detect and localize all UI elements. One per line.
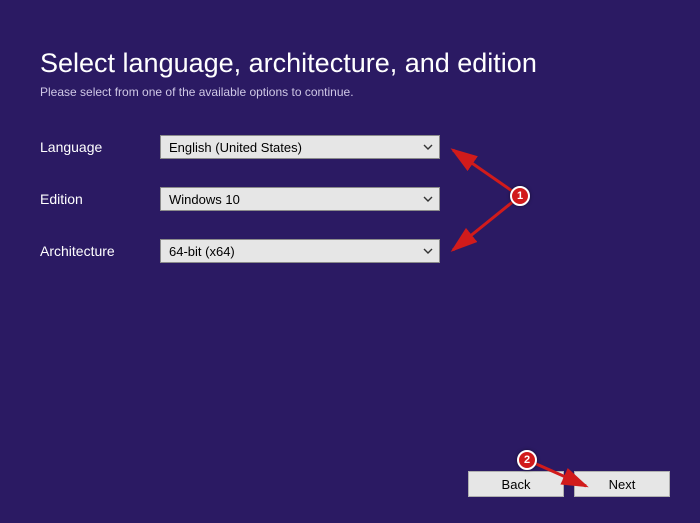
row-language: Language English (United States) (40, 135, 660, 159)
row-edition: Edition Windows 10 (40, 187, 660, 211)
select-edition[interactable]: Windows 10 (160, 187, 440, 211)
label-architecture: Architecture (40, 243, 160, 259)
select-architecture-value: 64-bit (x64) (169, 244, 235, 259)
label-edition: Edition (40, 191, 160, 207)
annotation-badge-1: 1 (510, 186, 530, 206)
back-button[interactable]: Back (468, 471, 564, 497)
page-subtitle: Please select from one of the available … (40, 85, 660, 99)
annotation-badge-2: 2 (517, 450, 537, 470)
select-architecture[interactable]: 64-bit (x64) (160, 239, 440, 263)
row-architecture: Architecture 64-bit (x64) (40, 239, 660, 263)
select-language[interactable]: English (United States) (160, 135, 440, 159)
select-language-value: English (United States) (169, 140, 302, 155)
chevron-down-icon (423, 142, 433, 152)
select-edition-value: Windows 10 (169, 192, 240, 207)
chevron-down-icon (423, 194, 433, 204)
page-title: Select language, architecture, and editi… (40, 48, 660, 79)
footer-buttons: Back Next (468, 471, 670, 497)
label-language: Language (40, 139, 160, 155)
next-button[interactable]: Next (574, 471, 670, 497)
chevron-down-icon (423, 246, 433, 256)
